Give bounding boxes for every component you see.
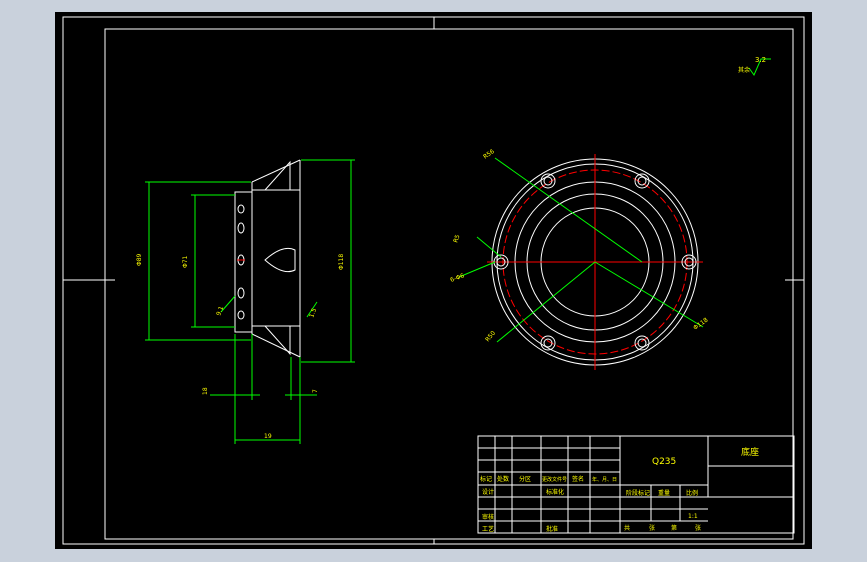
svg-text:Φ71: Φ71: [182, 255, 189, 268]
svg-text:Φ89: Φ89: [136, 253, 143, 266]
svg-text:阶段标记: 阶段标记: [626, 489, 650, 497]
svg-text:工艺: 工艺: [482, 525, 494, 533]
svg-text:7: 7: [312, 389, 319, 393]
svg-text:标准化: 标准化: [546, 488, 564, 496]
svg-text:审核: 审核: [482, 513, 494, 521]
svg-text:R56: R56: [482, 148, 496, 161]
svg-text:1:1: 1:1: [688, 513, 698, 520]
svg-text:3.2: 3.2: [755, 56, 766, 64]
svg-text:标记: 标记: [480, 475, 492, 483]
part-name: 底座: [741, 446, 759, 458]
svg-text:设计: 设计: [482, 488, 494, 496]
svg-text:签名: 签名: [572, 475, 584, 483]
svg-text:Φ118: Φ118: [692, 317, 709, 332]
svg-text:分区: 分区: [519, 475, 531, 483]
svg-text:重量: 重量: [658, 489, 670, 497]
svg-text:9.1: 9.1: [215, 305, 225, 317]
svg-text:年、月、日: 年、月、日: [592, 476, 617, 483]
side-dim-texts: Φ89 Φ71 Φ118 9.1 1.5 18 7 19: [136, 253, 345, 440]
svg-text:处数: 处数: [497, 475, 509, 483]
svg-text:第: 第: [671, 524, 677, 532]
outer-frame: [62, 16, 805, 545]
svg-text:共: 共: [624, 524, 630, 532]
svg-text:张: 张: [695, 524, 701, 532]
svg-text:18: 18: [202, 387, 209, 395]
svg-text:更改文件号: 更改文件号: [542, 476, 567, 483]
svg-text:19: 19: [264, 433, 272, 440]
svg-text:R50: R50: [484, 330, 497, 344]
cad-drawing: 3.2 其余 Φ89 Φ71 Φ118 9.1 1.5 18 7 19 R56 …: [62, 16, 805, 545]
side-view: [234, 159, 301, 358]
svg-text:6-Φ6: 6-Φ6: [449, 272, 465, 284]
inner-frame: [104, 28, 794, 540]
svg-text:Φ118: Φ118: [338, 254, 345, 270]
roughness-symbol: 3.2 其余: [738, 56, 771, 77]
svg-text:张: 张: [649, 524, 655, 532]
side-dimensions: [145, 159, 355, 444]
svg-text:1.5: 1.5: [308, 307, 318, 319]
drawing-canvas[interactable]: 3.2 其余 Φ89 Φ71 Φ118 9.1 1.5 18 7 19 R56 …: [55, 12, 812, 549]
material: Q235: [652, 457, 676, 467]
svg-text:R5: R5: [452, 234, 461, 244]
svg-text:批准: 批准: [546, 525, 558, 533]
svg-text:比例: 比例: [686, 489, 698, 497]
svg-text:其余: 其余: [738, 66, 750, 74]
